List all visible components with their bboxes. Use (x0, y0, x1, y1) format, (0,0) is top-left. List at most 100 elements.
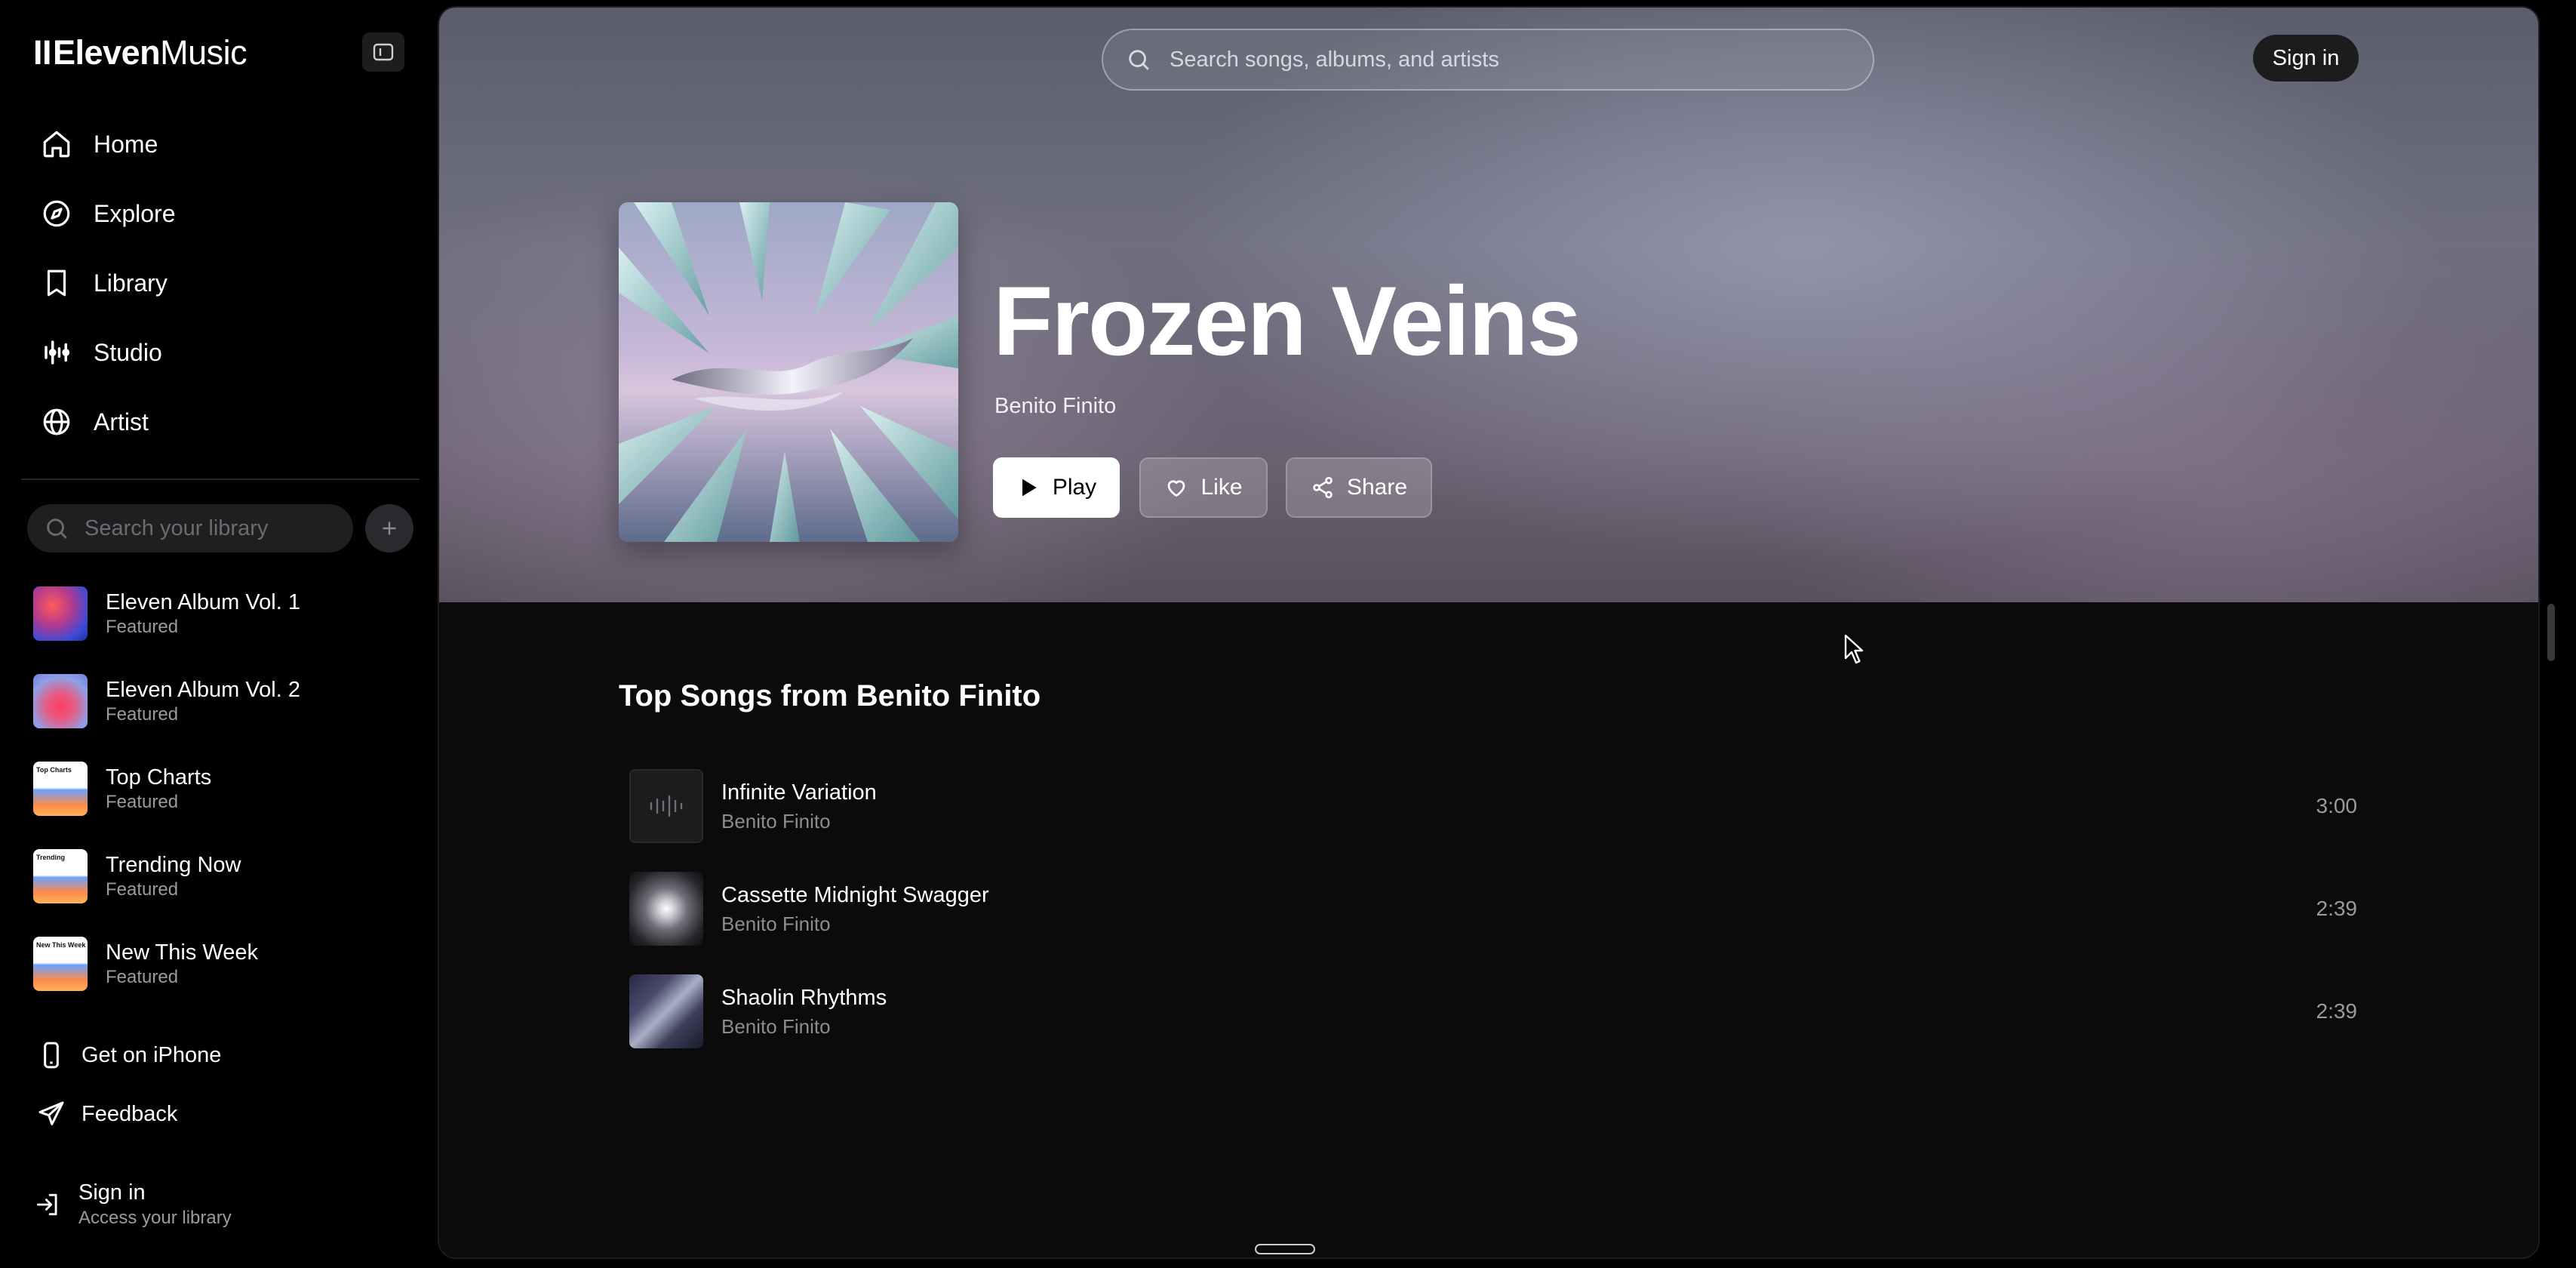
app-logo[interactable]: II Eleven Music (33, 33, 247, 72)
song-row[interactable]: Cassette Midnight Swagger Benito Finito … (629, 857, 2357, 960)
library-item[interactable]: Eleven Album Vol. 2 Featured (33, 657, 418, 745)
feedback-link[interactable]: Feedback (36, 1099, 413, 1129)
library-item-title: New This Week (106, 940, 258, 965)
thumbnail-label: New This Week (36, 941, 86, 949)
library-item[interactable]: New This Week New This Week Featured (33, 920, 418, 1008)
library-item-subtitle: Featured (106, 792, 179, 812)
library-item-subtitle: Featured (106, 967, 179, 987)
add-to-library-button[interactable] (365, 504, 413, 552)
mouse-cursor-icon (1844, 634, 1864, 664)
album-thumbnail (33, 674, 88, 728)
song-artist: Benito Finito (721, 810, 831, 833)
scrollbar-thumb[interactable] (2547, 604, 2555, 661)
song-title: Shaolin Rhythms (721, 986, 887, 1010)
like-button[interactable]: Like (1139, 457, 1268, 518)
album-title: Frozen Veins (993, 266, 1582, 376)
song-title: Cassette Midnight Swagger (721, 883, 989, 907)
share-button[interactable]: Share (1286, 457, 1432, 518)
thumbnail-label: Trending (36, 854, 65, 861)
phone-icon (44, 1042, 59, 1069)
get-on-iphone-link[interactable]: Get on iPhone (36, 1040, 413, 1070)
logo-bold: Eleven (53, 33, 161, 72)
feedback-label: Feedback (81, 1101, 178, 1126)
globe-icon (43, 408, 70, 435)
nav-item-artist[interactable]: Artist (21, 387, 413, 457)
nav-label-artist: Artist (94, 408, 149, 435)
album-artist-link[interactable]: Benito Finito (994, 394, 1116, 419)
library-item-subtitle: Featured (106, 617, 179, 637)
playlist-thumbnail: Top Charts (33, 762, 88, 816)
logo-mark: II (33, 33, 52, 72)
song-row[interactable]: Shaolin Rhythms Benito Finito 2:39 (629, 960, 2357, 1063)
song-duration: 3:00 (2316, 794, 2358, 817)
library-item-subtitle: Featured (106, 879, 179, 900)
global-search-input[interactable]: Search songs, albums, and artists (1102, 29, 1874, 91)
global-search-placeholder: Search songs, albums, and artists (1170, 47, 1499, 72)
album-thumbnail (33, 586, 88, 641)
library-item[interactable]: Trending Trending Now Featured (33, 833, 418, 920)
share-label: Share (1346, 475, 1408, 500)
sidebar-sign-in-button[interactable]: Sign in Access your library (33, 1179, 232, 1230)
play-button[interactable]: Play (993, 457, 1120, 518)
sidebar-divider (21, 479, 420, 480)
playlist-thumbnail: Trending (33, 849, 88, 903)
nav-label-library: Library (94, 269, 168, 297)
library-item-title: Trending Now (106, 853, 241, 877)
nav-label-studio: Studio (94, 338, 162, 366)
share-icon (1313, 476, 1333, 499)
studio-icon (45, 340, 70, 365)
main-nav: Home Explore Library Studio Artist (21, 109, 413, 457)
play-label: Play (1052, 475, 1097, 500)
library-item-title: Top Charts (106, 765, 212, 789)
song-duration: 2:39 (2316, 999, 2358, 1023)
sign-in-icon (36, 1193, 57, 1216)
nav-item-home[interactable]: Home (21, 109, 413, 179)
nav-item-explore[interactable]: Explore (21, 179, 413, 248)
waveform-icon (650, 795, 683, 817)
library-item[interactable]: Eleven Album Vol. 1 Featured (33, 570, 418, 657)
song-thumbnail (629, 769, 703, 843)
app-window: II Eleven Music Home Explore Library Stu… (0, 0, 2576, 1268)
search-icon (47, 519, 67, 539)
nav-label-explore: Explore (94, 199, 176, 227)
top-songs-heading: Top Songs from Benito Finito (619, 679, 1041, 712)
library-search-input[interactable]: Search your library (27, 504, 353, 552)
get-on-iphone-label: Get on iPhone (81, 1042, 222, 1067)
song-duration: 2:39 (2316, 897, 2358, 920)
library-item-title: Eleven Album Vol. 1 (106, 590, 300, 614)
nav-item-studio[interactable]: Studio (21, 318, 413, 387)
sidebar: II Eleven Music Home Explore Library Stu… (0, 0, 438, 1268)
logo-normal: Music (160, 33, 247, 72)
like-label: Like (1200, 475, 1243, 500)
nav-item-library[interactable]: Library (21, 248, 413, 318)
library-search-placeholder: Search your library (85, 516, 269, 540)
header-sign-in-button[interactable]: Sign in (2253, 35, 2359, 82)
song-artist: Benito Finito (721, 913, 831, 935)
sidebar-toggle-button[interactable] (362, 32, 404, 72)
sign-in-subtitle: Access your library (78, 1208, 232, 1228)
play-icon (1022, 479, 1037, 497)
library-item-subtitle: Featured (106, 704, 179, 725)
song-title: Infinite Variation (721, 780, 877, 805)
plus-icon (383, 522, 396, 535)
library-item[interactable]: Top Charts Top Charts Featured (33, 745, 418, 833)
library-item-title: Eleven Album Vol. 2 (106, 678, 300, 702)
song-row[interactable]: Infinite Variation Benito Finito 3:00 (629, 755, 2357, 857)
nav-label-home: Home (94, 130, 158, 158)
library-list: Eleven Album Vol. 1 Featured Eleven Albu… (33, 570, 418, 1008)
playlist-thumbnail: New This Week (33, 937, 88, 991)
album-hero: Search songs, albums, and artists Sign i… (439, 8, 2538, 602)
song-thumbnail (629, 974, 703, 1048)
song-artist: Benito Finito (721, 1015, 831, 1038)
sidebar-toggle-icon (373, 43, 394, 61)
album-cover (619, 202, 958, 542)
bookmark-icon (47, 269, 66, 297)
home-icon (43, 131, 70, 158)
search-icon (1129, 50, 1149, 70)
sign-in-title: Sign in (78, 1180, 146, 1205)
top-songs-list: Infinite Variation Benito Finito 3:00 Ca… (629, 755, 2357, 1063)
album-cover-art (619, 202, 958, 542)
thumbnail-label: Top Charts (36, 766, 72, 774)
compass-icon (43, 200, 70, 227)
send-icon (38, 1101, 64, 1125)
